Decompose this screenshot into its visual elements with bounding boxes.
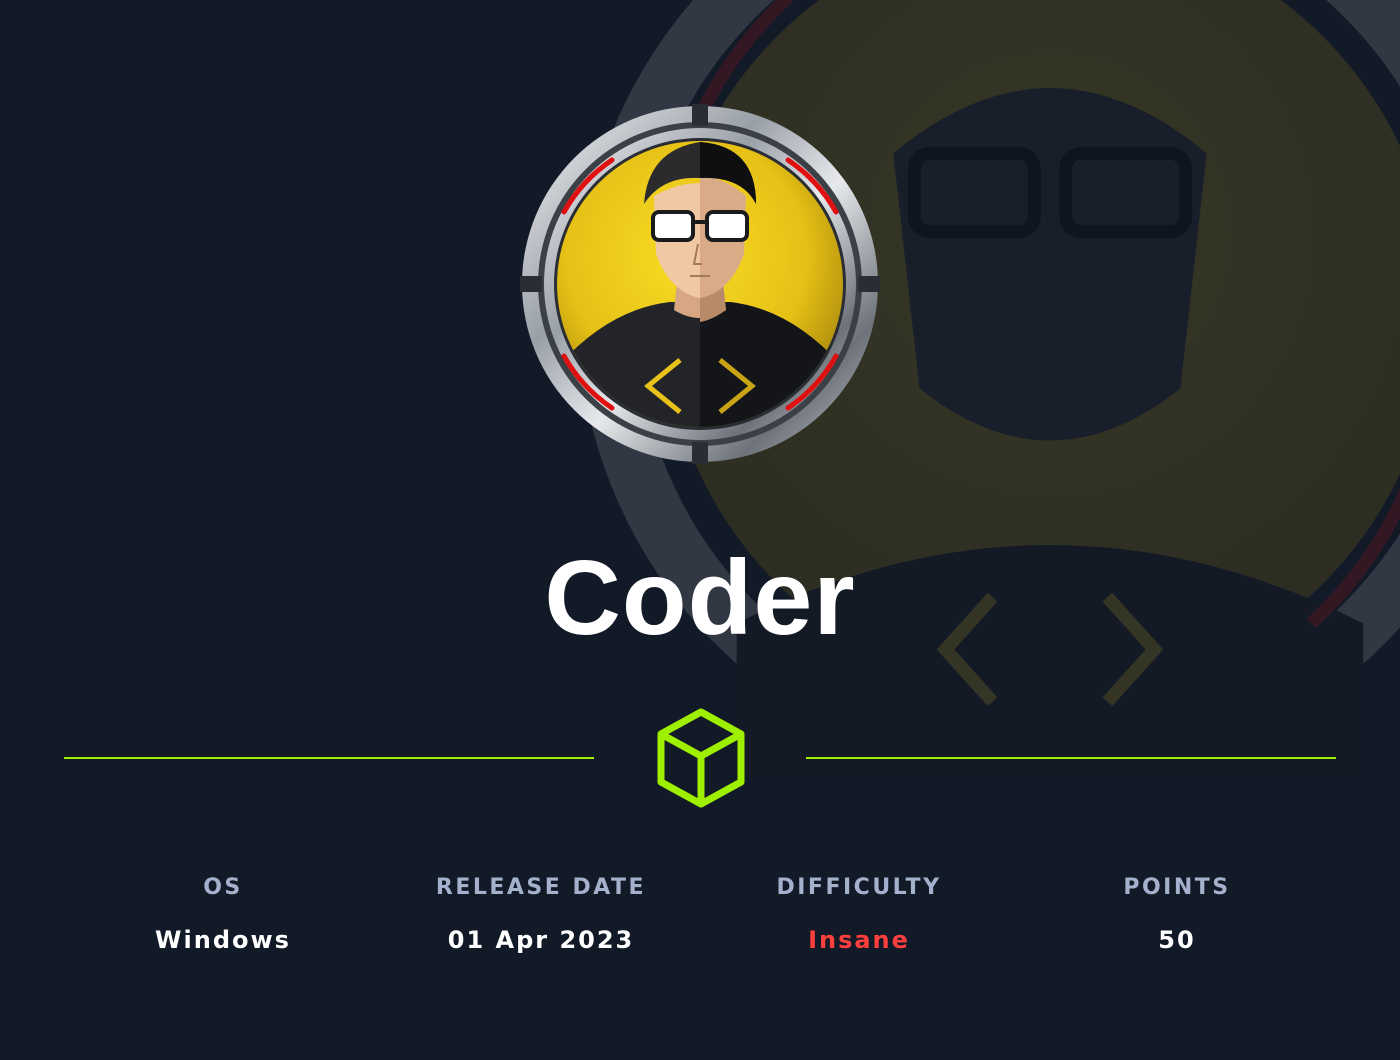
stat-os: OS Windows: [64, 868, 382, 958]
stat-value-difficulty: Insane: [808, 926, 910, 954]
stat-label: POINTS: [1123, 875, 1231, 900]
stat-label: RELEASE DATE: [435, 875, 647, 900]
stat-label: OS: [203, 875, 243, 900]
stat-value-os: Windows: [155, 926, 291, 954]
machine-stats: OS Windows RELEASE DATE 01 Apr 2023 DIFF…: [64, 868, 1336, 958]
divider-line-left: [64, 757, 594, 759]
stat-difficulty: DIFFICULTY Insane: [700, 868, 1018, 958]
stat-points: POINTS 50: [1018, 868, 1336, 958]
machine-name: Coder: [544, 539, 856, 657]
box-icon: [657, 708, 745, 808]
stat-value-points: 50: [1158, 926, 1196, 954]
machine-avatar-icon: [520, 104, 880, 464]
stat-release-date: RELEASE DATE 01 Apr 2023: [382, 868, 700, 958]
divider-line-right: [806, 757, 1336, 759]
stat-label: DIFFICULTY: [776, 875, 942, 900]
stat-value-release-date: 01 Apr 2023: [447, 926, 635, 954]
